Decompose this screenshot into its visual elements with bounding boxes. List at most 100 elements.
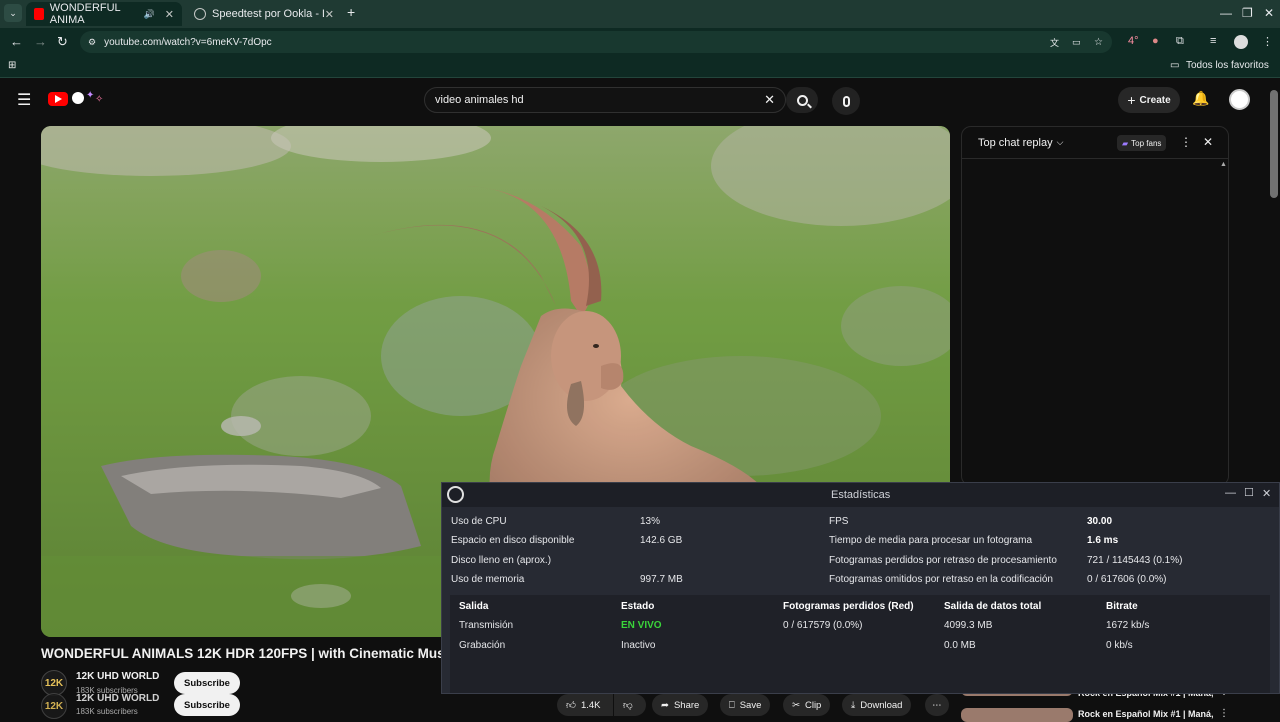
table-header: Salida de datos total <box>944 601 1042 612</box>
close-chat-icon[interactable]: ✕ <box>1203 135 1213 149</box>
subscriber-count: 183K subscribers <box>76 707 138 716</box>
doodle-logo[interactable]: ✦ ✧ <box>70 90 106 106</box>
tab-search-button[interactable]: ⌄ <box>4 4 22 22</box>
channel-avatar-text: 12K <box>44 700 64 712</box>
search-button[interactable] <box>786 87 818 113</box>
subscribe-button[interactable]: Subscribe <box>174 672 240 694</box>
like-count: 1.4K <box>580 699 601 711</box>
recommendation-more-icon[interactable]: ⋮ <box>1219 708 1229 719</box>
live-chat-panel: Top chat replay ⌵ ▰ Top fans ⋮ ✕ ▲ <box>961 126 1229 486</box>
page-scrollbar[interactable] <box>1270 90 1278 198</box>
stat-label: Fotogramas perdidos por retraso de proce… <box>829 555 1057 566</box>
chat-more-icon[interactable]: ⋮ <box>1180 135 1192 149</box>
notifications-bell-icon[interactable]: 🔔 <box>1192 90 1209 107</box>
download-icon: ⤓ <box>851 699 856 711</box>
channel-name[interactable]: 12K UHD WORLD <box>76 671 159 682</box>
account-avatar[interactable] <box>1229 89 1250 110</box>
channel-avatar[interactable]: 12K <box>41 693 67 719</box>
puzzle-extensions-icon[interactable]: ⧉ <box>1176 35 1184 48</box>
media-control-icon[interactable]: ≡ <box>1210 35 1216 47</box>
table-header: Estado <box>621 601 655 612</box>
minimize-icon[interactable]: — <box>1220 6 1232 20</box>
save-button[interactable]: ⎕ Save <box>720 694 771 716</box>
browser-toolbar: ← → ↻ ⚙ youtube.com/watch?v=6meKV-7dOpc … <box>0 28 1280 56</box>
extension-icon[interactable]: ● <box>1152 35 1159 47</box>
search-input[interactable]: video animales hd ✕ <box>424 87 786 113</box>
translate-icon[interactable]: 文 <box>1050 36 1059 49</box>
share-button[interactable]: ➦ Share <box>652 694 709 716</box>
clip-button[interactable]: ✂ Clip <box>783 694 831 716</box>
stat-label: Tiempo de media para procesar un fotogra… <box>829 535 1033 546</box>
download-button[interactable]: ⤓ Download <box>842 694 912 716</box>
obs-stats-window: Estadísticas — ☐ ✕ Uso de CPU 13% Espaci… <box>441 482 1280 694</box>
browser-tabstrip: ⌄ WONDERFUL ANIMA 🔊 ✕ Speedtest por Ookl… <box>0 0 1280 28</box>
like-button[interactable]: 👍︎ 1.4K <box>557 694 613 716</box>
create-button[interactable]: + Create <box>1118 87 1180 113</box>
save-label: Save <box>739 699 762 711</box>
tab-speedtest[interactable]: Speedtest por Ookla - La ✕ <box>186 2 342 26</box>
hamburger-menu-icon[interactable]: ☰ <box>17 90 31 110</box>
obs-titlebar[interactable]: Estadísticas — ☐ ✕ <box>442 483 1279 507</box>
forward-icon[interactable]: → <box>34 34 47 49</box>
reload-icon[interactable]: ↻ <box>57 34 68 50</box>
chat-mode-label: Top chat replay <box>978 136 1053 149</box>
maximize-icon[interactable]: ☐ <box>1244 486 1254 499</box>
chat-scroll-up-icon[interactable]: ▲ <box>1220 161 1227 168</box>
folder-icon[interactable]: ▭ <box>1170 60 1179 71</box>
table-cell: Transmisión <box>459 620 514 631</box>
dislike-button[interactable]: 👎︎ <box>614 694 646 716</box>
table-cell: 4099.3 MB <box>944 620 993 631</box>
share-arrow-icon: ➦ <box>661 699 669 711</box>
restore-icon[interactable]: ❐ <box>1242 6 1253 20</box>
table-header: Bitrate <box>1106 601 1138 612</box>
stat-label: Uso de CPU <box>451 516 507 527</box>
play-icon <box>55 95 62 103</box>
profile-avatar-icon[interactable] <box>1234 35 1248 49</box>
tab-title: Speedtest por Ookla - La <box>212 8 324 20</box>
speaker-icon[interactable]: 🔊 <box>144 9 155 20</box>
stat-label: Disco lleno en (aprox.) <box>451 555 552 566</box>
more-actions-button[interactable]: ⋯ <box>925 694 949 716</box>
kebab-menu-icon[interactable]: ⋮ <box>1262 35 1273 48</box>
obs-logo-icon <box>447 486 464 503</box>
globe-icon <box>194 8 206 20</box>
more-horizontal-icon: ⋯ <box>932 699 942 711</box>
stat-label: Espacio en disco disponible <box>451 535 575 546</box>
close-window-icon[interactable]: ✕ <box>1264 6 1274 20</box>
table-cell: 0 kb/s <box>1106 640 1133 651</box>
obs-window-title: Estadísticas <box>831 489 891 501</box>
recommendation-title[interactable]: Rock en Español Mix #1 | Maná, <box>1078 709 1214 719</box>
cast-icon[interactable]: ▭ <box>1072 37 1081 48</box>
back-icon[interactable]: ← <box>10 34 23 49</box>
all-bookmarks-link[interactable]: Todos los favoritos <box>1186 60 1269 71</box>
youtube-logo[interactable] <box>48 92 68 106</box>
stat-value: 0 / 617606 (0.0%) <box>1087 574 1167 585</box>
clip-label: Clip <box>804 699 822 711</box>
table-cell: Grabación <box>459 640 506 651</box>
close-tab-icon[interactable]: ✕ <box>325 8 334 21</box>
subscribe-label: Subscribe <box>184 677 230 689</box>
channel-name[interactable]: 12K UHD WORLD <box>76 693 159 704</box>
apps-grid-icon[interactable]: ⊞ <box>8 60 16 71</box>
minimize-icon[interactable]: — <box>1225 487 1236 499</box>
download-label: Download <box>860 699 903 711</box>
close-window-icon[interactable]: ✕ <box>1262 487 1271 500</box>
subscribe-button[interactable]: Subscribe <box>174 694 240 716</box>
table-cell: 1672 kb/s <box>1106 620 1150 631</box>
top-fans-button[interactable]: ▰ Top fans <box>1117 135 1167 151</box>
extension-icon[interactable]: 4° <box>1128 35 1139 47</box>
outputs-table: Salida Estado Fotogramas perdidos (Red) … <box>450 595 1270 693</box>
site-info-icon[interactable]: ⚙ <box>88 37 96 48</box>
address-bar[interactable]: ⚙ youtube.com/watch?v=6meKV-7dOpc 文 ▭ ☆ <box>80 31 1112 53</box>
voice-search-button[interactable] <box>832 87 860 115</box>
new-tab-icon[interactable]: + <box>347 4 355 20</box>
stat-label: FPS <box>829 516 849 527</box>
status-badge: Inactivo <box>621 640 656 651</box>
share-label: Share <box>673 699 700 711</box>
clear-search-icon[interactable]: ✕ <box>764 92 775 108</box>
chat-mode-dropdown[interactable]: Top chat replay ⌵ <box>978 137 1063 149</box>
close-tab-icon[interactable]: ✕ <box>165 8 174 21</box>
bookmark-star-icon[interactable]: ☆ <box>1094 37 1103 48</box>
crown-icon: ▰ <box>1122 138 1129 148</box>
tab-youtube[interactable]: WONDERFUL ANIMA 🔊 ✕ <box>26 2 182 26</box>
